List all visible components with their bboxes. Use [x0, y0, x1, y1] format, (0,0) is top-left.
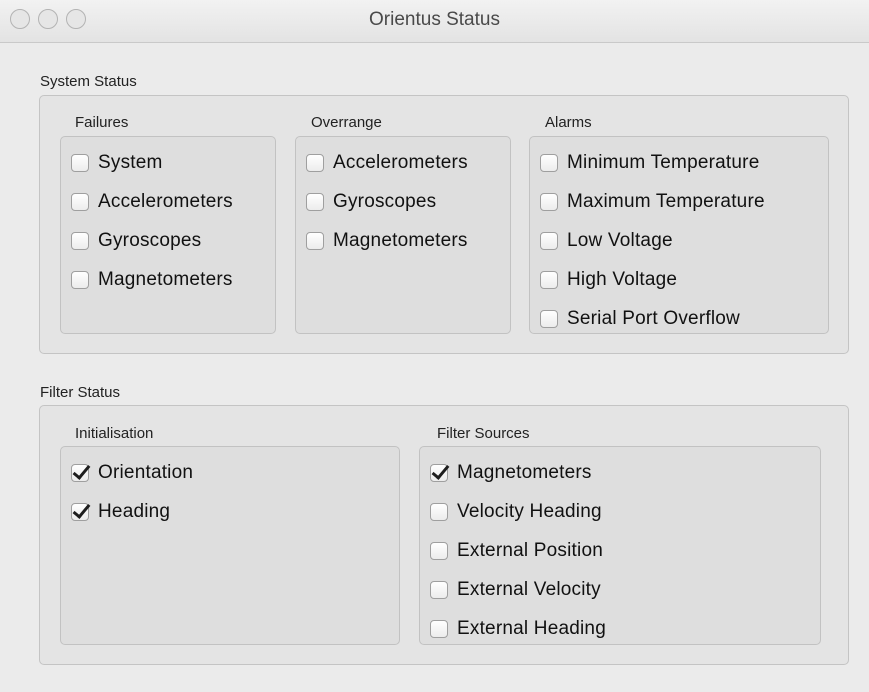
overrange-magnetometers-checkbox-row[interactable]: Magnetometers — [306, 221, 506, 260]
alarm-low-voltage-checkbox-row[interactable]: Low Voltage — [540, 221, 824, 260]
initialisation-list: Orientation Heading — [71, 453, 395, 531]
failures-label: Failures — [75, 114, 129, 131]
alarms-list: Minimum Temperature Maximum Temperature Lo… — [540, 143, 824, 338]
window-title: Orientus Status — [369, 9, 500, 30]
orientus-status-window: Orientus Status System Status Failures S… — [0, 0, 869, 692]
overrange-accelerometers-checkbox[interactable] — [306, 153, 324, 172]
alarm-low-voltage-checkbox[interactable] — [540, 231, 558, 250]
failure-system-checkbox-row[interactable]: System — [71, 143, 271, 182]
initialisation-orientation-checkbox-row[interactable]: Orientation — [71, 453, 395, 492]
alarm-serial-port-overflow-label: Serial Port Overflow — [567, 307, 740, 329]
filter-status-label: Filter Status — [40, 384, 121, 401]
filter-source-external-velocity-checkbox[interactable] — [430, 580, 448, 599]
filter-source-magnetometers-checkbox[interactable] — [430, 463, 448, 482]
system-status-label: System Status — [40, 73, 137, 90]
filter-sources-group: Magnetometers Velocity Heading External Po… — [419, 446, 821, 645]
initialisation-group: Orientation Heading — [60, 446, 400, 645]
filter-sources-label: Filter Sources — [437, 425, 530, 442]
initialisation-orientation-label: Orientation — [98, 461, 194, 483]
filter-source-external-velocity-checkbox-row[interactable]: External Velocity — [430, 570, 816, 609]
filter-source-magnetometers-label: Magnetometers — [457, 461, 592, 483]
filter-sources-list: Magnetometers Velocity Heading External Po… — [430, 453, 816, 648]
overrange-accelerometers-label: Accelerometers — [333, 151, 468, 173]
alarms-label: Alarms — [545, 114, 592, 131]
overrange-magnetometers-label: Magnetometers — [333, 229, 468, 251]
failure-accelerometers-label: Accelerometers — [98, 190, 233, 212]
filter-source-external-heading-label: External Heading — [457, 617, 606, 639]
failure-gyroscopes-checkbox[interactable] — [71, 231, 89, 250]
alarm-high-voltage-checkbox[interactable] — [540, 270, 558, 289]
filter-source-external-heading-checkbox-row[interactable]: External Heading — [430, 609, 816, 648]
alarm-high-voltage-label: High Voltage — [567, 268, 678, 290]
initialisation-orientation-checkbox[interactable] — [71, 463, 89, 482]
alarm-serial-port-overflow-checkbox-row[interactable]: Serial Port Overflow — [540, 299, 824, 338]
alarm-minimum-temperature-checkbox[interactable] — [540, 153, 558, 172]
filter-source-external-position-label: External Position — [457, 539, 603, 561]
overrange-label: Overrange — [311, 114, 382, 131]
title-bar: Orientus Status — [0, 0, 869, 43]
filter-source-external-heading-checkbox[interactable] — [430, 619, 448, 638]
failure-magnetometers-checkbox[interactable] — [71, 270, 89, 289]
failure-system-label: System — [98, 151, 163, 173]
filter-source-external-velocity-label: External Velocity — [457, 578, 601, 600]
alarm-serial-port-overflow-checkbox[interactable] — [540, 309, 558, 328]
filter-source-external-position-checkbox-row[interactable]: External Position — [430, 531, 816, 570]
failure-accelerometers-checkbox[interactable] — [71, 192, 89, 211]
initialisation-label: Initialisation — [75, 425, 154, 442]
overrange-group: Accelerometers Gyroscopes Magnetometers — [295, 136, 511, 334]
filter-source-velocity-heading-checkbox-row[interactable]: Velocity Heading — [430, 492, 816, 531]
initialisation-heading-label: Heading — [98, 500, 171, 522]
initialisation-heading-checkbox-row[interactable]: Heading — [71, 492, 395, 531]
overrange-gyroscopes-checkbox[interactable] — [306, 192, 324, 211]
filter-source-velocity-heading-label: Velocity Heading — [457, 500, 602, 522]
overrange-accelerometers-checkbox-row[interactable]: Accelerometers — [306, 143, 506, 182]
alarms-group: Minimum Temperature Maximum Temperature Lo… — [529, 136, 829, 334]
failure-gyroscopes-checkbox-row[interactable]: Gyroscopes — [71, 221, 271, 260]
failure-magnetometers-label: Magnetometers — [98, 268, 233, 290]
overrange-gyroscopes-checkbox-row[interactable]: Gyroscopes — [306, 182, 506, 221]
failures-group: System Accelerometers Gyroscopes Magnetomet… — [60, 136, 276, 334]
alarm-maximum-temperature-label: Maximum Temperature — [567, 190, 765, 212]
alarm-minimum-temperature-label: Minimum Temperature — [567, 151, 760, 173]
filter-source-magnetometers-checkbox-row[interactable]: Magnetometers — [430, 453, 816, 492]
alarm-maximum-temperature-checkbox-row[interactable]: Maximum Temperature — [540, 182, 824, 221]
overrange-magnetometers-checkbox[interactable] — [306, 231, 324, 250]
failure-accelerometers-checkbox-row[interactable]: Accelerometers — [71, 182, 271, 221]
failure-magnetometers-checkbox-row[interactable]: Magnetometers — [71, 260, 271, 299]
alarm-minimum-temperature-checkbox-row[interactable]: Minimum Temperature — [540, 143, 824, 182]
filter-source-velocity-heading-checkbox[interactable] — [430, 502, 448, 521]
initialisation-heading-checkbox[interactable] — [71, 502, 89, 521]
overrange-list: Accelerometers Gyroscopes Magnetometers — [306, 143, 506, 260]
alarm-high-voltage-checkbox-row[interactable]: High Voltage — [540, 260, 824, 299]
failure-gyroscopes-label: Gyroscopes — [98, 229, 202, 251]
alarm-low-voltage-label: Low Voltage — [567, 229, 673, 251]
alarm-maximum-temperature-checkbox[interactable] — [540, 192, 558, 211]
overrange-gyroscopes-label: Gyroscopes — [333, 190, 437, 212]
failure-system-checkbox[interactable] — [71, 153, 89, 172]
failures-list: System Accelerometers Gyroscopes Magnetomet… — [71, 143, 271, 299]
filter-source-external-position-checkbox[interactable] — [430, 541, 448, 560]
